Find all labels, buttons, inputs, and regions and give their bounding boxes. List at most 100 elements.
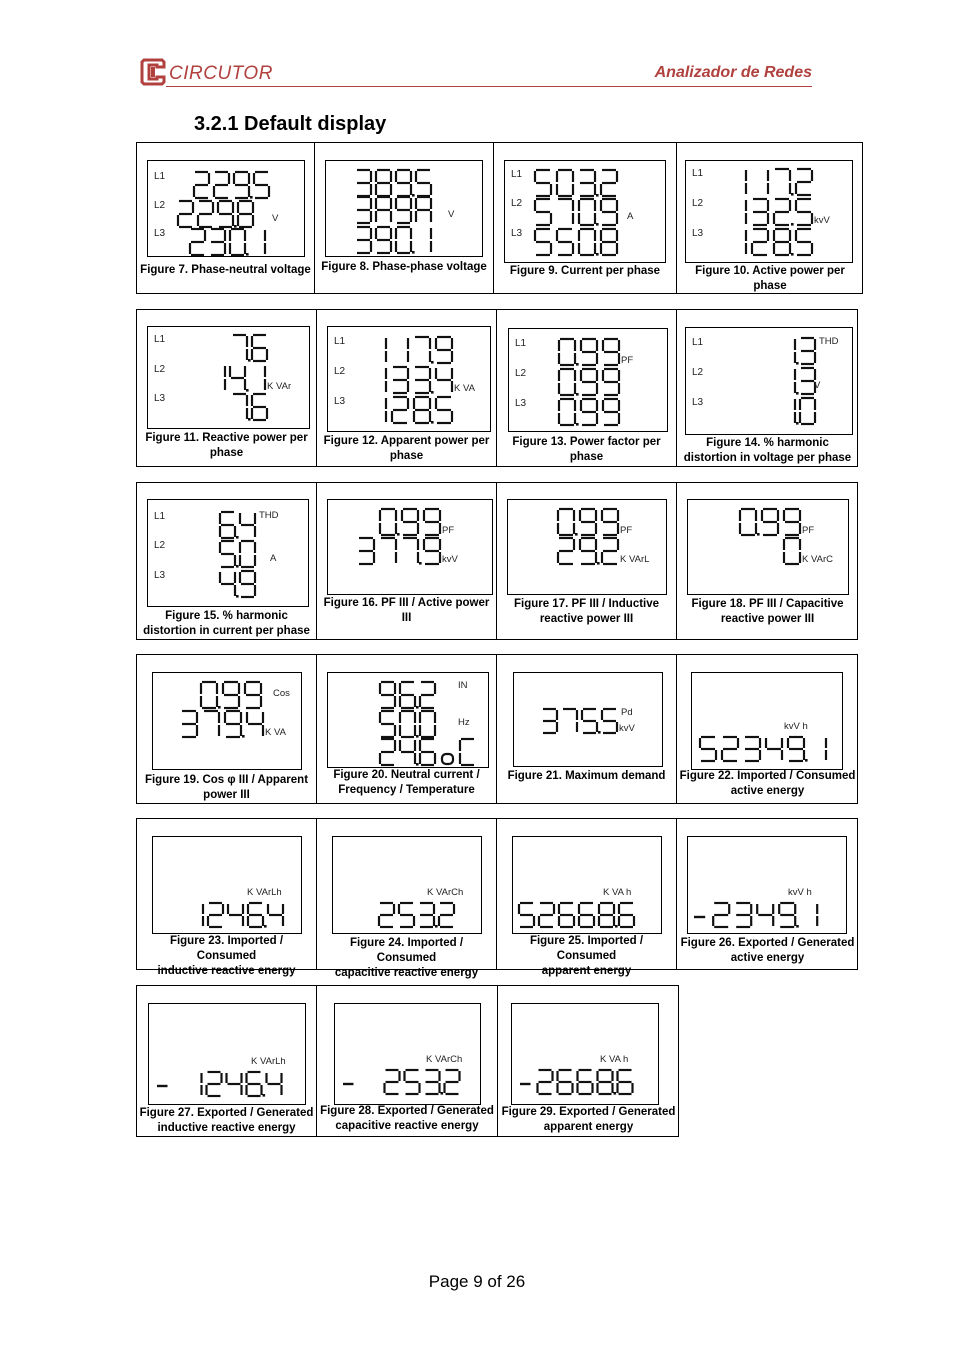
decimal-point (597, 562, 600, 565)
lcd-digit (578, 507, 598, 537)
decimal-point (397, 533, 400, 536)
figure-caption: Figure 17. PF III / Inductive reactive po… (499, 597, 674, 627)
decimal-point (431, 361, 434, 364)
caption-line: Figure 8. Phase-phase voltage (321, 261, 487, 273)
decimal-point (615, 925, 618, 928)
unit-label: Cos (273, 688, 290, 699)
lcd-display: PF kvV (327, 499, 493, 595)
caption-line: Figure 24. Imported / Consumed (349, 937, 464, 964)
caption-line: Figure 17. PF III / Inductive (513, 598, 660, 610)
phase-label: L2 (334, 366, 346, 377)
lcd-digit (756, 904, 775, 926)
lcd-value (378, 737, 474, 767)
unit-label: A (627, 211, 634, 222)
lcd-digit (434, 368, 454, 392)
caption-line: III (401, 612, 412, 624)
lcd-digit (557, 901, 576, 929)
decimal-point (576, 423, 579, 426)
figure-cell: L1 L2 L3 THD V Figure 14. % harmonic distortio… (677, 310, 858, 466)
lcd-digit (176, 199, 195, 229)
unit-label: kvV h (784, 721, 808, 732)
decimal-point (431, 391, 434, 394)
lcd-digit (600, 507, 620, 537)
lcd-value (557, 367, 621, 397)
lcd-digit (798, 396, 817, 426)
unit-label: V (272, 213, 279, 224)
figure-cell: K VArLh Figure 23. Imported / Consumed ind… (137, 819, 317, 977)
phase-label: L2 (154, 200, 166, 211)
phase-label: L3 (511, 228, 523, 239)
unit-label: K VArC (802, 554, 833, 565)
figure-cell: Cos K VA Figure 19. Cos φ III / Apparent po… (137, 655, 317, 803)
unit-label: K VAr (267, 381, 291, 392)
lcd-digit (226, 904, 245, 926)
lcd-digit (577, 227, 597, 257)
decimal-point (796, 392, 799, 395)
caption-line: phase (753, 280, 787, 292)
lcd-digit (403, 536, 420, 563)
phase-label: L3 (154, 393, 166, 404)
logo-c-icon (140, 58, 166, 86)
figure-caption: Figure 20. Neutral current / Frequency / … (319, 768, 494, 798)
lcd-value (744, 167, 814, 197)
lcd-digit (397, 901, 416, 929)
lcd-display: Pd kvV (513, 672, 663, 767)
lcd-display: K VArLh (152, 836, 302, 934)
decimal-point (576, 393, 579, 396)
lcd-digit (243, 680, 263, 710)
figure-cell: PF K VArC Figure 18. PF III / Capacitive re… (677, 483, 858, 639)
caption-line: Figure 28. Exported / Generated (320, 1105, 494, 1117)
figure-row: L1 L2 L3 THD A Figure 15. % harmonic distortio… (136, 482, 858, 640)
lcd-display: K VArCh (332, 836, 482, 934)
lcd-display: L1 L2 L3 K VA (327, 326, 491, 432)
lcd-display: L1 L2 L3 A (504, 160, 666, 263)
lcd-digit (223, 709, 243, 739)
phase-label: L1 (515, 338, 527, 349)
lcd-value (357, 225, 433, 255)
lcd-digit (378, 680, 397, 710)
unit-label: K VArLh (251, 1056, 286, 1067)
decimal-point (246, 389, 249, 392)
phase-label: L3 (334, 396, 346, 407)
figure-cell: V Figure 8. Phase-phase voltage (315, 143, 494, 293)
lcd-value (698, 735, 828, 763)
figure-caption: Figure 10. Active power per phase (679, 264, 861, 294)
figure-caption: Figure 26. Exported / Generated active en… (679, 936, 856, 966)
lcd-value (357, 195, 433, 225)
caption-line: inductive reactive energy (157, 1122, 296, 1134)
figure-caption: Figure 14. % harmonic distortion in volta… (679, 436, 856, 466)
lcd-digit (537, 901, 556, 929)
lcd-digit (437, 901, 456, 929)
decimal-point (596, 223, 599, 226)
figure-cell: L1 L2 L3 kvV Figure 10. Active power per phas… (677, 143, 863, 293)
lcd-digit (600, 536, 620, 566)
phase-label: L2 (692, 367, 704, 378)
lcd-value (377, 901, 456, 929)
figure-caption: Figure 16. PF III / Active power III (319, 596, 494, 626)
lcd-value (557, 397, 621, 427)
lcd-value (793, 366, 817, 396)
lcd-digit (563, 707, 579, 732)
lcd-display: PF K VArC (687, 499, 849, 595)
figure-cell: kvV h Figure 26. Exported / Generated acti… (677, 819, 858, 969)
unit-label: kvV h (788, 887, 812, 898)
lcd-digit (196, 199, 215, 229)
figure-caption: Figure 12. Apparent power per phase (319, 434, 494, 464)
figure-caption: Figure 22. Imported / Consumed active ene… (679, 769, 856, 799)
lcd-digit (600, 707, 619, 735)
figure-caption: Figure 25. Imported / Consumed apparent e… (499, 934, 674, 979)
lcd-value (233, 333, 269, 363)
decimal-point (262, 1094, 266, 1097)
lcd-value (384, 365, 454, 395)
decimal-point (791, 253, 794, 256)
decimal-point (805, 759, 808, 762)
lcd-digit (400, 507, 420, 537)
lcd-display: L1 L2 L3 kvV (685, 160, 853, 263)
caption-line: Figure 13. Power factor per (512, 436, 661, 448)
caption-line: Figure 11. Reactive power per (145, 432, 308, 444)
figure-caption: Figure 19. Cos φ III / Apparent power III (139, 773, 314, 803)
lcd-digit (221, 680, 241, 710)
decimal-point (598, 731, 601, 734)
lcd-value (744, 197, 814, 227)
unit-label: IN (458, 680, 468, 691)
